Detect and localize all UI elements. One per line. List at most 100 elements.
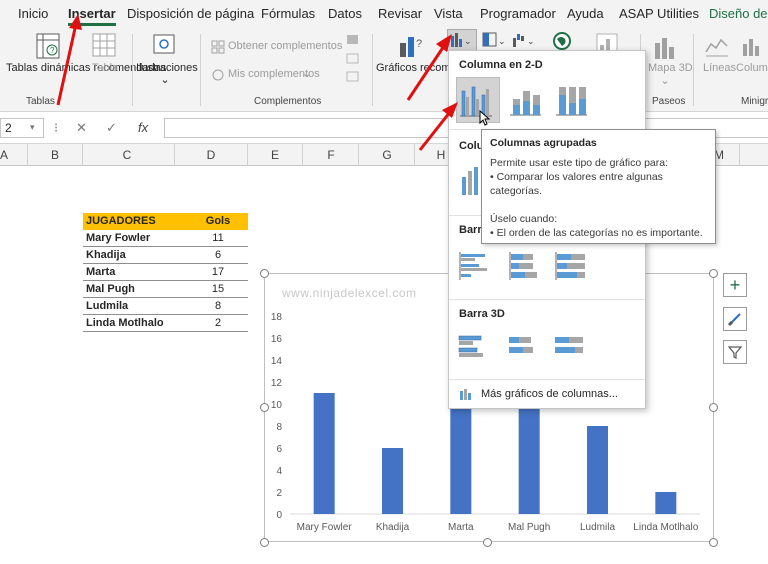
column-header-b[interactable]: B (30, 148, 80, 162)
tab-inicio[interactable]: Inicio (18, 6, 48, 21)
dropdown-separator (449, 299, 645, 300)
table-button[interactable]: Tabla (90, 62, 120, 75)
group-sparklines-label: Minigr (741, 96, 768, 107)
cell-player[interactable]: Mal Pugh (86, 283, 135, 295)
stacked-column-icon[interactable] (509, 85, 543, 117)
svg-text:⌄: ⌄ (464, 36, 472, 46)
column-header-e[interactable]: E (248, 148, 302, 162)
y-tick-label: 18 (271, 312, 283, 323)
more-column-charts-link[interactable]: Más gráficos de columnas... (481, 388, 618, 400)
hierarchy-chart-icon[interactable]: ⌄ (482, 32, 508, 48)
tab-disposicion[interactable]: Disposición de página (127, 6, 254, 21)
section-3d-bar: Barra 3D (459, 308, 505, 320)
dropdown-separator (449, 379, 645, 380)
column-header-d[interactable]: D (176, 148, 246, 162)
cell-player[interactable]: Marta (86, 266, 115, 278)
column-header-f[interactable]: F (304, 148, 358, 162)
players-table: JUGADORES Gols Mary Fowler 11 Khadija 6 … (83, 213, 248, 332)
tab-formulas[interactable]: Fórmulas (261, 6, 315, 21)
enter-icon[interactable]: ✓ (106, 120, 117, 136)
name-box[interactable]: 2 (0, 118, 44, 138)
tab-programador[interactable]: Programador (480, 6, 556, 21)
tab-datos[interactable]: Datos (328, 6, 362, 21)
chart-bar[interactable] (382, 448, 403, 514)
y-tick-label: 6 (276, 444, 282, 455)
cell-player[interactable]: Linda Motlhalo (86, 317, 164, 329)
y-tick-label: 4 (276, 466, 282, 477)
y-tick-label: 8 (276, 422, 282, 433)
resize-handle[interactable] (709, 269, 718, 278)
cell-goals[interactable]: 8 (193, 300, 243, 312)
column-divider (27, 144, 28, 166)
plus-icon: + (729, 275, 741, 295)
tab-asap[interactable]: ASAP Utilities (619, 6, 699, 21)
chart-styles-button[interactable] (723, 307, 747, 331)
chevron-down-icon[interactable]: ⌄ (160, 74, 170, 87)
map3d-icon (655, 38, 674, 59)
y-tick-label: 0 (276, 510, 282, 521)
chevron-down-icon[interactable]: ⌄ (660, 75, 670, 88)
x-tick-label: Marta (448, 522, 474, 533)
column-header-c[interactable]: C (82, 148, 172, 162)
chart-filters-button[interactable] (723, 340, 747, 364)
header-goals[interactable]: Gols (193, 215, 243, 227)
column-divider (358, 144, 359, 166)
sparkline-column-button[interactable]: Column (736, 62, 768, 75)
chevron-down-icon[interactable]: ⌄ (302, 68, 311, 81)
tab-vista[interactable]: Vista (434, 6, 463, 21)
map3d-button[interactable]: Mapa 3D (648, 62, 693, 75)
tab-diseno[interactable]: Diseño de g (709, 6, 768, 21)
waterfall-chart-icon[interactable]: ⌄ (512, 32, 538, 48)
brush-icon (727, 313, 741, 327)
cell-player[interactable]: Ludmila (86, 300, 128, 312)
cell-goals[interactable]: 11 (193, 232, 243, 244)
percent-stacked-bar-icon[interactable] (555, 251, 587, 281)
cell-player[interactable]: Mary Fowler (86, 232, 150, 244)
table-header-row: JUGADORES Gols (83, 213, 248, 230)
ribbon-separator (132, 34, 133, 106)
resize-handle[interactable] (260, 538, 269, 547)
cell-goals[interactable]: 15 (193, 283, 243, 295)
formula-bar-grip-icon[interactable]: ⁝ (54, 120, 58, 136)
cancel-icon[interactable]: ✕ (76, 120, 87, 136)
tab-ayuda[interactable]: Ayuda (567, 6, 604, 21)
table-row: Mal Pugh 15 (83, 281, 248, 298)
resize-handle[interactable] (709, 538, 718, 547)
chart-bar[interactable] (655, 492, 677, 514)
chart-bar[interactable] (313, 393, 335, 514)
resize-handle[interactable] (483, 538, 492, 547)
cell-player[interactable]: Khadija (86, 249, 126, 261)
chart-elements-button[interactable]: + (723, 273, 747, 297)
resize-handle[interactable] (260, 269, 269, 278)
resize-handle[interactable] (709, 403, 718, 412)
stacked-bar-icon[interactable] (509, 251, 541, 281)
y-tick-label: 12 (271, 378, 283, 389)
clustered-bar-icon[interactable] (459, 251, 491, 281)
sparkline-column-icon (743, 39, 759, 56)
column-header-a[interactable]: A (0, 148, 8, 162)
percent-stacked-column-icon[interactable] (555, 85, 589, 117)
tooltip-line: • Comparar los valores entre algunas (490, 171, 663, 183)
resize-handle[interactable] (260, 403, 269, 412)
cell-goals[interactable]: 6 (193, 249, 243, 261)
3d-percent-stacked-bar-icon[interactable] (553, 333, 587, 365)
chart-bar[interactable] (587, 426, 608, 514)
cell-goals[interactable]: 17 (193, 266, 243, 278)
chevron-down-icon[interactable]: ▾ (30, 122, 35, 133)
tooltip-line: Úselo cuando: (490, 213, 558, 225)
column-header-g[interactable]: G (360, 148, 414, 162)
x-tick-label: Mal Pugh (508, 522, 550, 533)
cell-goals[interactable]: 2 (193, 317, 243, 329)
more-charts-icon (460, 389, 471, 400)
insert-function-button[interactable]: fx (138, 120, 148, 135)
3d-stacked-bar-icon[interactable] (507, 333, 539, 365)
3d-clustered-bar-icon[interactable] (457, 333, 489, 365)
x-tick-label: Mary Fowler (297, 522, 353, 533)
y-tick-label: 16 (271, 334, 283, 345)
svg-text:⌄: ⌄ (498, 36, 506, 46)
my-addins-icon (212, 69, 224, 81)
sparkline-lines-button[interactable]: Líneas (703, 62, 736, 75)
tab-revisar[interactable]: Revisar (378, 6, 422, 21)
get-addins-button[interactable]: Obtener complementos (228, 40, 342, 53)
header-players[interactable]: JUGADORES (86, 215, 156, 227)
